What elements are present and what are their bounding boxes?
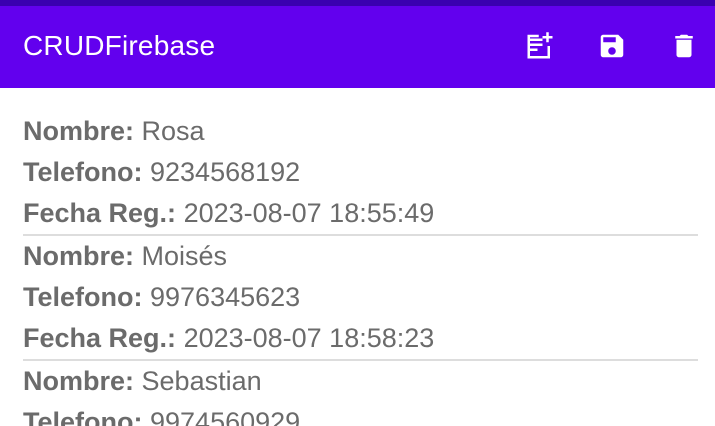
save-icon	[600, 34, 624, 58]
telefono-value: 9234568192	[150, 157, 301, 187]
fecha-row: Fecha Reg.: 2023-08-07 18:55:49	[23, 193, 675, 234]
telefono-value: 9976345623	[150, 282, 301, 312]
fecha-label: Fecha Reg.:	[23, 323, 177, 353]
nombre-value: Sebastian	[141, 366, 262, 396]
list-item[interactable]: Nombre: Rosa Telefono: 9234568192 Fecha …	[0, 111, 675, 234]
add-record-button[interactable]	[522, 28, 558, 64]
note-add-icon	[527, 32, 553, 59]
nombre-label: Nombre:	[23, 241, 135, 271]
nombre-row: Nombre: Rosa	[23, 111, 675, 152]
fecha-row: Fecha Reg.: 2023-08-07 18:58:23	[23, 318, 675, 359]
nombre-value: Rosa	[141, 116, 205, 146]
delete-button[interactable]	[666, 28, 702, 64]
fecha-label: Fecha Reg.:	[23, 198, 177, 228]
fecha-value: 2023-08-07 18:58:23	[183, 323, 435, 353]
telefono-value: 9974560929	[150, 407, 301, 426]
records-list[interactable]: Nombre: Rosa Telefono: 9234568192 Fecha …	[0, 88, 715, 426]
telefono-label: Telefono:	[23, 157, 143, 187]
telefono-row: Telefono: 9974560929	[23, 402, 675, 426]
app-title: CRUDFirebase	[23, 30, 216, 61]
telefono-label: Telefono:	[23, 282, 143, 312]
telefono-row: Telefono: 9234568192	[23, 152, 675, 193]
fecha-value: 2023-08-07 18:55:49	[183, 198, 435, 228]
nombre-row: Nombre: Sebastian	[23, 361, 675, 402]
nombre-value: Moisés	[141, 241, 228, 271]
nombre-label: Nombre:	[23, 366, 135, 396]
save-button[interactable]	[594, 28, 630, 64]
telefono-row: Telefono: 9976345623	[23, 277, 675, 318]
trash-icon	[675, 34, 693, 58]
telefono-label: Telefono:	[23, 407, 143, 426]
nombre-row: Nombre: Moisés	[23, 236, 675, 277]
nombre-label: Nombre:	[23, 116, 135, 146]
app-bar: CRUDFirebase	[0, 6, 715, 88]
list-item[interactable]: Nombre: Sebastian Telefono: 9974560929	[0, 361, 675, 426]
list-item[interactable]: Nombre: Moisés Telefono: 9976345623 Fech…	[0, 236, 675, 359]
